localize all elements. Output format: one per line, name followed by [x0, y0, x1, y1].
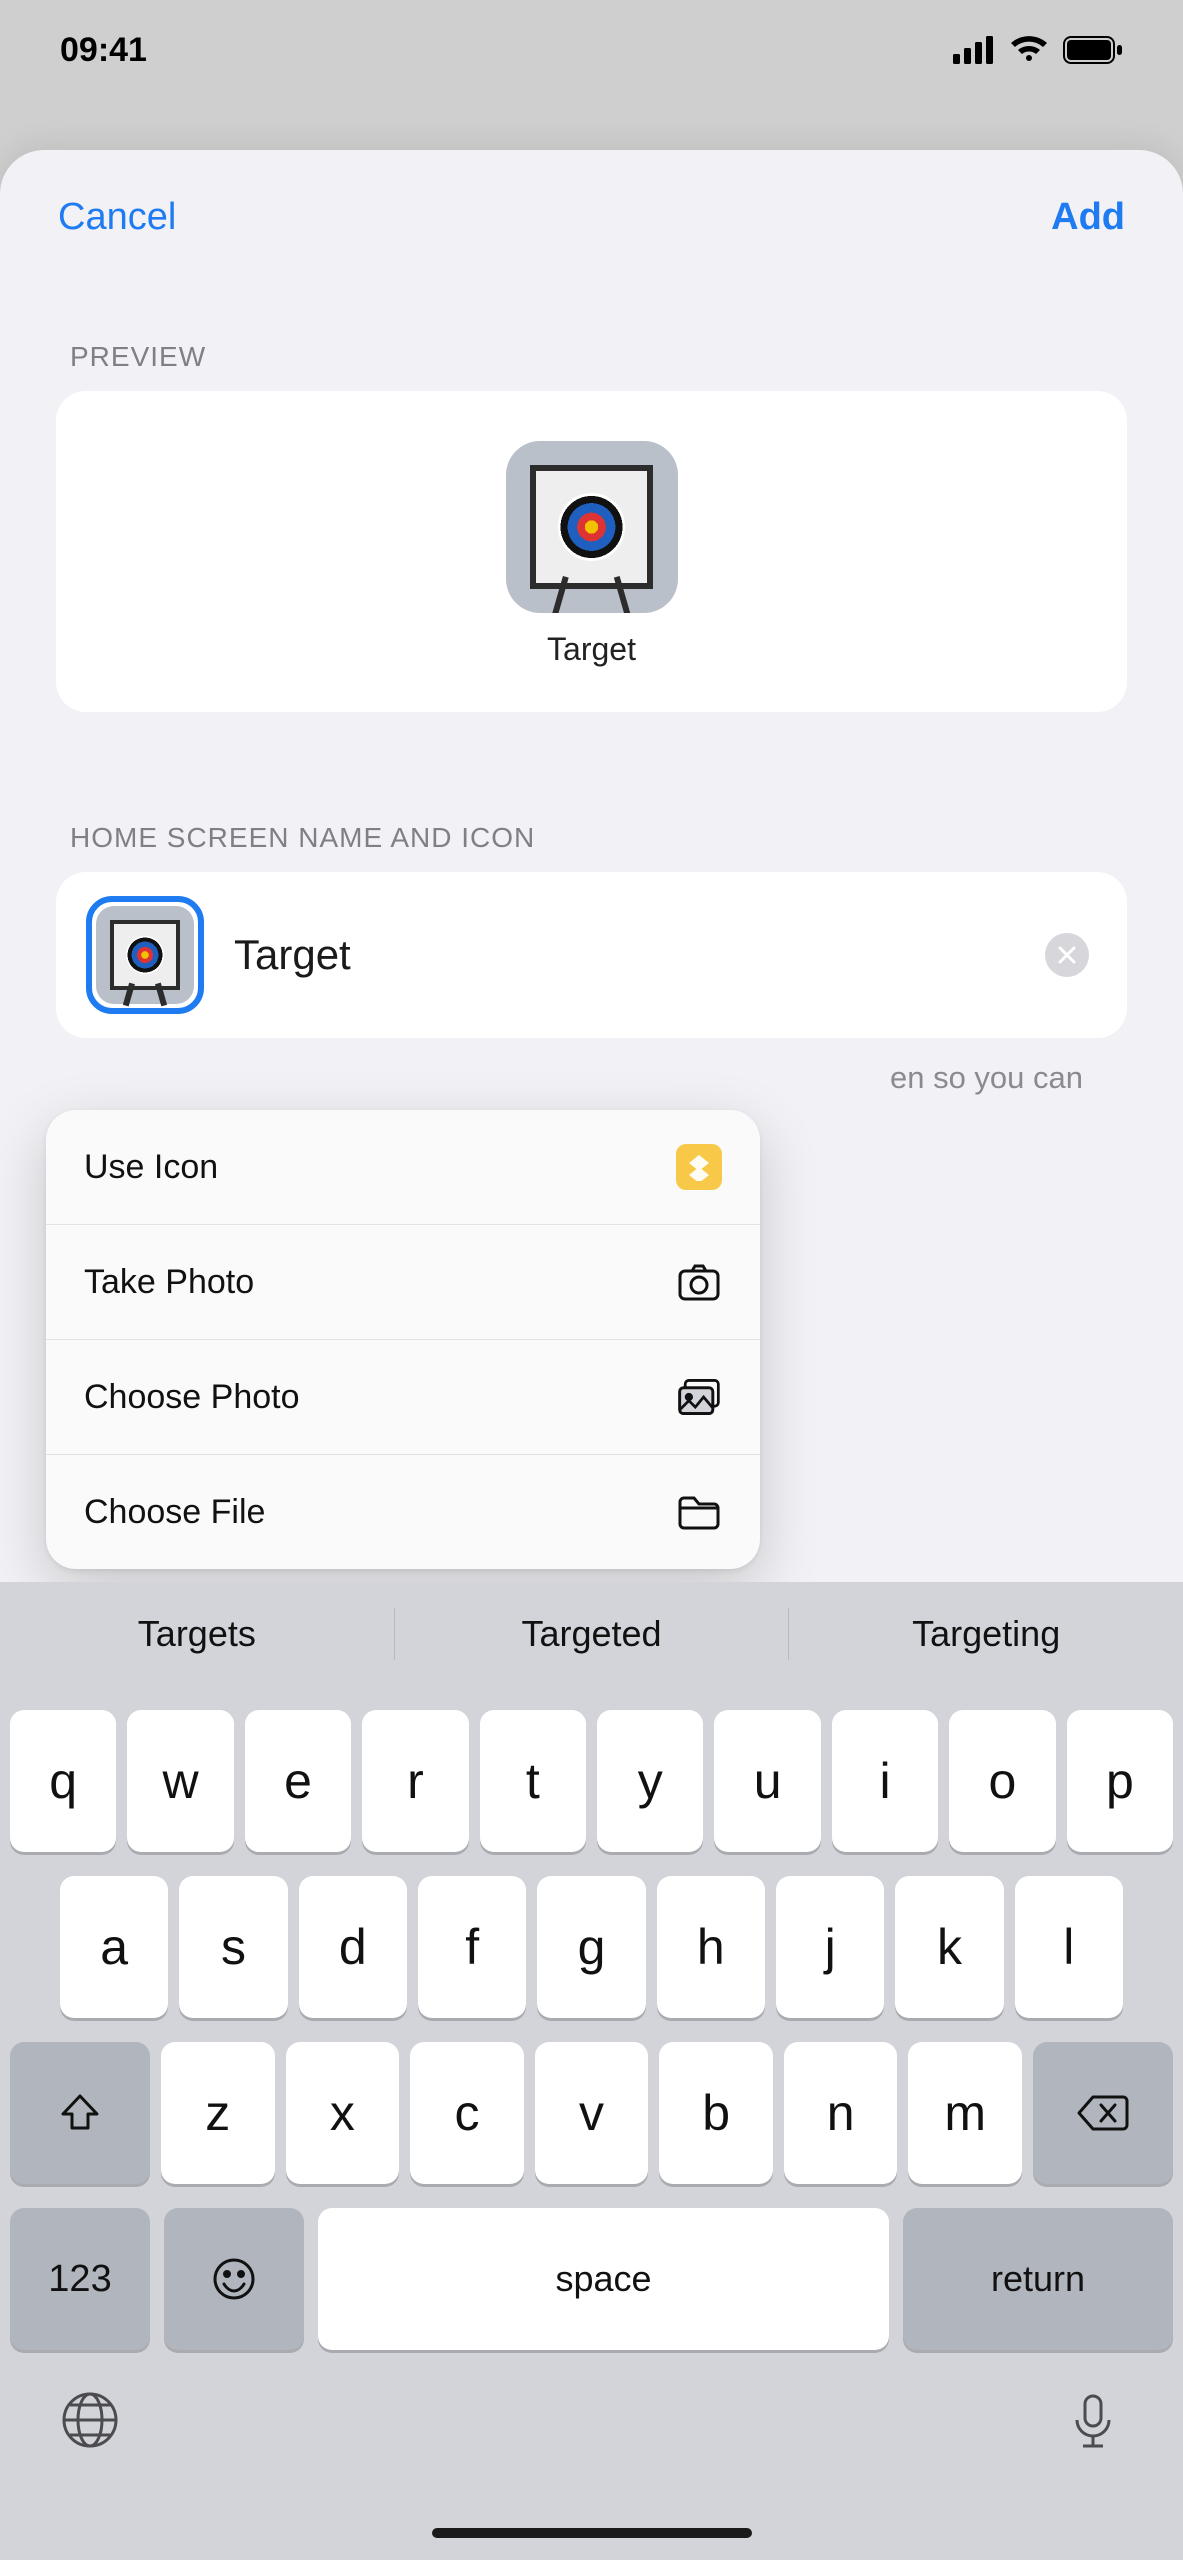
status-bar: 09:41: [0, 0, 1183, 100]
cancel-button[interactable]: Cancel: [58, 196, 176, 239]
homescreen-name-input[interactable]: [234, 931, 1015, 979]
mic-icon: [1063, 2390, 1123, 2450]
keyboard-bottom-bar: [0, 2350, 1183, 2455]
key-delete[interactable]: [1033, 2042, 1173, 2184]
key-p[interactable]: p: [1067, 1710, 1173, 1852]
menu-label: Take Photo: [84, 1263, 254, 1302]
preview-app-icon: [506, 441, 678, 613]
key-o[interactable]: o: [949, 1710, 1055, 1852]
key-123[interactable]: 123: [10, 2208, 150, 2350]
key-v[interactable]: v: [535, 2042, 649, 2184]
preview-app-name: Target: [547, 631, 636, 668]
status-time: 09:41: [60, 31, 147, 70]
dictation-button[interactable]: [1063, 2390, 1123, 2455]
key-w[interactable]: w: [127, 1710, 233, 1852]
key-return[interactable]: return: [903, 2208, 1173, 2350]
key-e[interactable]: e: [245, 1710, 351, 1852]
sheet-header: Cancel Add: [0, 150, 1183, 269]
status-indicators: [953, 35, 1123, 65]
key-c[interactable]: c: [410, 2042, 524, 2184]
menu-label: Choose File: [84, 1493, 265, 1532]
shortcuts-app-icon: [676, 1144, 722, 1190]
key-t[interactable]: t: [480, 1710, 586, 1852]
menu-choose-photo[interactable]: Choose Photo: [46, 1340, 760, 1455]
key-q[interactable]: q: [10, 1710, 116, 1852]
key-z[interactable]: z: [161, 2042, 275, 2184]
key-f[interactable]: f: [418, 1876, 526, 2018]
keyboard-row-3: z x c v b n m: [0, 2042, 1183, 2184]
xmark-circle-icon: [1056, 944, 1078, 966]
key-x[interactable]: x: [286, 2042, 400, 2184]
key-n[interactable]: n: [784, 2042, 898, 2184]
key-shift[interactable]: [10, 2042, 150, 2184]
key-d[interactable]: d: [299, 1876, 407, 2018]
menu-use-icon[interactable]: Use Icon: [46, 1110, 760, 1225]
shift-icon: [57, 2090, 103, 2136]
preview-section-label: PREVIEW: [0, 269, 1183, 391]
hint-text-fragment: en so you can: [0, 1038, 1183, 1096]
suggestion-2[interactable]: Targeted: [395, 1613, 789, 1655]
suggestion-1[interactable]: Targets: [0, 1613, 394, 1655]
key-j[interactable]: j: [776, 1876, 884, 2018]
suggestion-3[interactable]: Targeting: [789, 1613, 1183, 1655]
emoji-icon: [211, 2256, 257, 2302]
key-i[interactable]: i: [832, 1710, 938, 1852]
photo-stack-icon: [676, 1374, 722, 1420]
battery-icon: [1063, 36, 1123, 64]
cellular-icon: [953, 36, 995, 64]
add-button[interactable]: Add: [1051, 196, 1125, 239]
globe-icon: [60, 2390, 120, 2450]
key-l[interactable]: l: [1015, 1876, 1123, 2018]
clear-text-button[interactable]: [1045, 933, 1089, 977]
key-s[interactable]: s: [179, 1876, 287, 2018]
camera-icon: [676, 1259, 722, 1305]
keyboard: Targets Targeted Targeting q w e r t y u…: [0, 1582, 1183, 2560]
globe-button[interactable]: [60, 2390, 120, 2455]
key-space[interactable]: space: [318, 2208, 889, 2350]
preview-card: Target: [56, 391, 1127, 712]
key-m[interactable]: m: [908, 2042, 1022, 2184]
name-section-label: HOME SCREEN NAME AND ICON: [0, 712, 1183, 872]
delete-icon: [1077, 2093, 1129, 2133]
key-h[interactable]: h: [657, 1876, 765, 2018]
icon-selector-button[interactable]: [86, 896, 204, 1014]
key-a[interactable]: a: [60, 1876, 168, 2018]
key-r[interactable]: r: [362, 1710, 468, 1852]
keyboard-row-1: q w e r t y u i o p: [0, 1710, 1183, 1852]
keyboard-row-2: a s d f g h j k l: [0, 1876, 1183, 2018]
key-u[interactable]: u: [714, 1710, 820, 1852]
home-indicator[interactable]: [432, 2528, 752, 2538]
menu-label: Choose Photo: [84, 1378, 300, 1417]
add-to-home-sheet: Cancel Add PREVIEW Target HOME SCREEN NA…: [0, 150, 1183, 2560]
menu-label: Use Icon: [84, 1148, 218, 1187]
name-and-icon-card: [56, 872, 1127, 1038]
key-k[interactable]: k: [895, 1876, 1003, 2018]
suggestion-bar: Targets Targeted Targeting: [0, 1582, 1183, 1686]
icon-source-menu: Use Icon Take Photo Choose Photo Choose …: [46, 1110, 760, 1569]
menu-choose-file[interactable]: Choose File: [46, 1455, 760, 1569]
key-y[interactable]: y: [597, 1710, 703, 1852]
folder-icon: [676, 1489, 722, 1535]
menu-take-photo[interactable]: Take Photo: [46, 1225, 760, 1340]
wifi-icon: [1009, 35, 1049, 65]
key-g[interactable]: g: [537, 1876, 645, 2018]
key-b[interactable]: b: [659, 2042, 773, 2184]
key-emoji[interactable]: [164, 2208, 304, 2350]
keyboard-row-4: 123 space return: [0, 2208, 1183, 2350]
